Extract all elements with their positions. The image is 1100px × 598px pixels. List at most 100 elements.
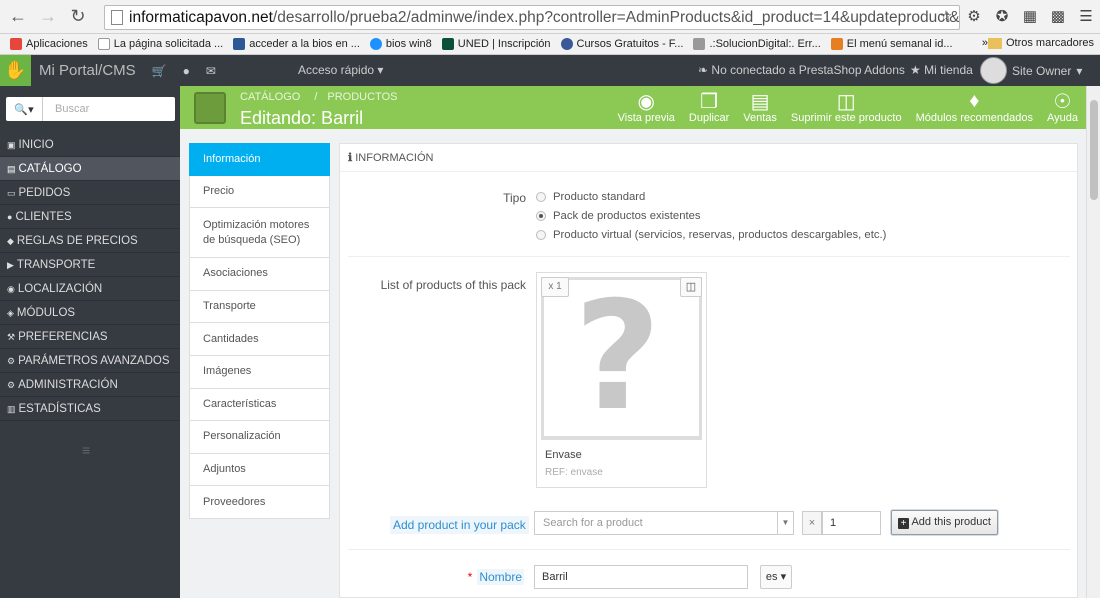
type-pack-radio[interactable]: Pack de productos existentes [536,210,701,222]
uned-icon [441,38,454,50]
tab-cantidades[interactable]: Cantidades [189,323,330,356]
tab-asociaciones[interactable]: Asociaciones [189,258,330,291]
bookmark[interactable]: Aplicaciones [10,38,88,50]
star-icon[interactable]: ☆ [936,6,956,26]
price-rules-icon: ◆ [7,236,14,246]
sales-button[interactable]: ▤ Ventas [743,90,777,125]
quantity-input[interactable]: 1 [822,511,881,535]
tab-precio[interactable]: Precio [189,175,330,209]
product-tabs: Información Precio Optimización motores de… [189,143,330,519]
sidebar-item-reglas-de-precios[interactable]: ◆ REGLAS DE PRECIOS [0,229,180,253]
tab-imágenes[interactable]: Imágenes [189,355,330,389]
sidebar-item-catálogo[interactable]: ▤ CATÁLOGO [0,157,180,181]
search-input[interactable]: Buscar [43,97,89,121]
avatar [980,57,1007,84]
addons-status[interactable]: ❧ No conectado a PrestaShop Addons [698,63,905,77]
language-select[interactable]: es ▾ [760,565,792,589]
main-content: Información Precio Optimización motores de… [180,129,1086,598]
sidebar-item-localización[interactable]: ◉ LOCALIZACIÓN [0,277,180,301]
bookmark[interactable]: acceder a la bios en ... [233,38,360,50]
add-this-product-button[interactable]: + Add this product [891,510,998,535]
menu-icon[interactable]: ☰ [1076,6,1096,26]
page-header: CATÁLOGO / PRODUCTOS Editando: Barril ◉ Vis… [180,86,1086,129]
admin-search[interactable]: 🔍▾ Buscar [6,97,175,121]
cog-icon: ⚙ [7,380,16,390]
bookmark[interactable]: La página solicitada ... [97,38,223,50]
back-icon[interactable]: ← [6,5,30,29]
radio-button[interactable] [536,230,546,240]
shop-name[interactable]: Mi Portal/CMS [39,62,136,79]
eye-icon: ◉ [637,90,655,113]
admin-topbar: ✋ Mi Portal/CMS 🛒 ● ✉ Acceso rápido ▾ ❧ … [0,55,1100,86]
extension-icon[interactable]: ▩ [1048,6,1068,26]
tab-personalización[interactable]: Personalización [189,421,330,454]
product-search-select[interactable]: Search for a product ▼ [534,511,794,535]
extension-icon[interactable]: ✪ [992,6,1012,26]
bookmark[interactable]: El menú semanal id... [830,38,953,50]
tab-adjuntos[interactable]: Adjuntos [189,453,330,487]
rtve-icon [830,38,843,50]
radio-button[interactable] [536,192,546,202]
sidebar-item-parámetros-avanzados[interactable]: ⚙ PARÁMETROS AVANZADOS [0,349,180,373]
folder-icon [987,37,1002,49]
required-marker: * [467,570,473,584]
pack-item-quantity: x 1 [541,277,569,297]
user-icon[interactable]: ● [183,64,190,78]
site-icon [693,38,706,50]
catalog-icon: ▤ [7,164,16,174]
scrollbar-thumb[interactable] [1090,100,1098,200]
bookmark[interactable]: bios win8 [369,38,432,50]
sidebar-item-estadísticas[interactable]: ▥ ESTADÍSTICAS [0,397,180,421]
sidebar-item-preferencias[interactable]: ⚒ PREFERENCIAS [0,325,180,349]
extension-icon[interactable]: ⚙ [964,6,984,26]
user-menu[interactable]: Site Owner ▾ [980,57,1082,84]
tab-transporte[interactable]: Transporte [189,290,330,324]
tab-características[interactable]: Características [189,388,330,422]
tab-optimización-motores-de-búsqueda-seo[interactable]: Optimización motores de búsqueda (SEO) [189,208,330,259]
quick-access-menu[interactable]: Acceso rápido ▾ [298,63,383,77]
truck-icon: ▶ [7,260,14,270]
my-shop-link[interactable]: ★ Mi tienda [910,63,973,77]
url-path: /desarrollo/prueba2/adminwe/index.php?co… [272,8,960,26]
page-scrollbar[interactable] [1086,86,1100,598]
tab-proveedores[interactable]: Proveedores [189,486,330,519]
forward-icon[interactable]: → [36,5,60,29]
cart-icon[interactable]: 🛒 [152,64,167,78]
breadcrumb-catalog[interactable]: CATÁLOGO [240,91,300,103]
type-virtual-radio[interactable]: Producto virtual (servicios, reservas, p… [536,229,886,241]
preview-button[interactable]: ◉ Vista previa [618,90,675,125]
extension-icon[interactable]: ▦ [1020,6,1040,26]
bookmark[interactable]: Cursos Gratuitos - F... [560,38,683,50]
sidebar-item-administración[interactable]: ⚙ ADMINISTRACIÓN [0,373,180,397]
recommended-modules-button[interactable]: ♦ Módulos recomendados [916,90,1033,125]
sidebar-item-inicio[interactable]: ▣ INICIO [0,133,180,157]
search-icon[interactable]: 🔍▾ [6,97,43,121]
delete-product-button[interactable]: ◫ Suprimir este producto [791,90,902,125]
bookmark[interactable]: UNED | Inscripción [441,38,551,50]
other-bookmarks[interactable]: Otros marcadores [987,37,1094,49]
chevron-down-icon[interactable]: ▼ [777,512,793,534]
remove-pack-item-button[interactable]: ◫ [680,277,702,297]
breadcrumb: CATÁLOGO / PRODUCTOS [240,91,398,103]
help-button[interactable]: ☉ Ayuda [1047,90,1078,125]
type-standard-radio[interactable]: Producto standard [536,191,645,203]
mail-icon[interactable]: ✉ [206,64,216,78]
cogs-icon: ⚙ [7,356,16,366]
sidebar-item-módulos[interactable]: ◈ MÓDULOS [0,301,180,325]
radio-button-checked[interactable] [536,211,546,221]
trash-icon: ◫ [836,90,856,113]
address-bar[interactable]: informaticapavon.net/desarrollo/prueba2/… [104,5,960,30]
collapse-menu-icon[interactable]: ≡ [82,442,90,458]
sidebar-item-pedidos[interactable]: ▭ PEDIDOS [0,181,180,205]
product-name-input[interactable]: Barril [534,565,748,589]
breadcrumb-products[interactable]: PRODUCTOS [327,91,397,103]
bookmark[interactable]: .:SolucionDigital:. Err... [693,38,821,50]
customers-icon: ● [7,212,13,222]
sidebar: 🔍▾ Buscar ▣ INICIO ▤ CATÁLOGO ▭ PEDIDOS ● CLIEN… [0,86,180,598]
sidebar-item-clientes[interactable]: ● CLIENTES [0,205,180,229]
tab-información[interactable]: Información [189,143,330,176]
sidebar-item-transporte[interactable]: ▶ TRANSPORTE [0,253,180,277]
logo-hand-icon[interactable]: ✋ [0,55,31,86]
duplicate-button[interactable]: ❐ Duplicar [689,90,729,125]
reload-icon[interactable]: ↻ [66,5,90,29]
